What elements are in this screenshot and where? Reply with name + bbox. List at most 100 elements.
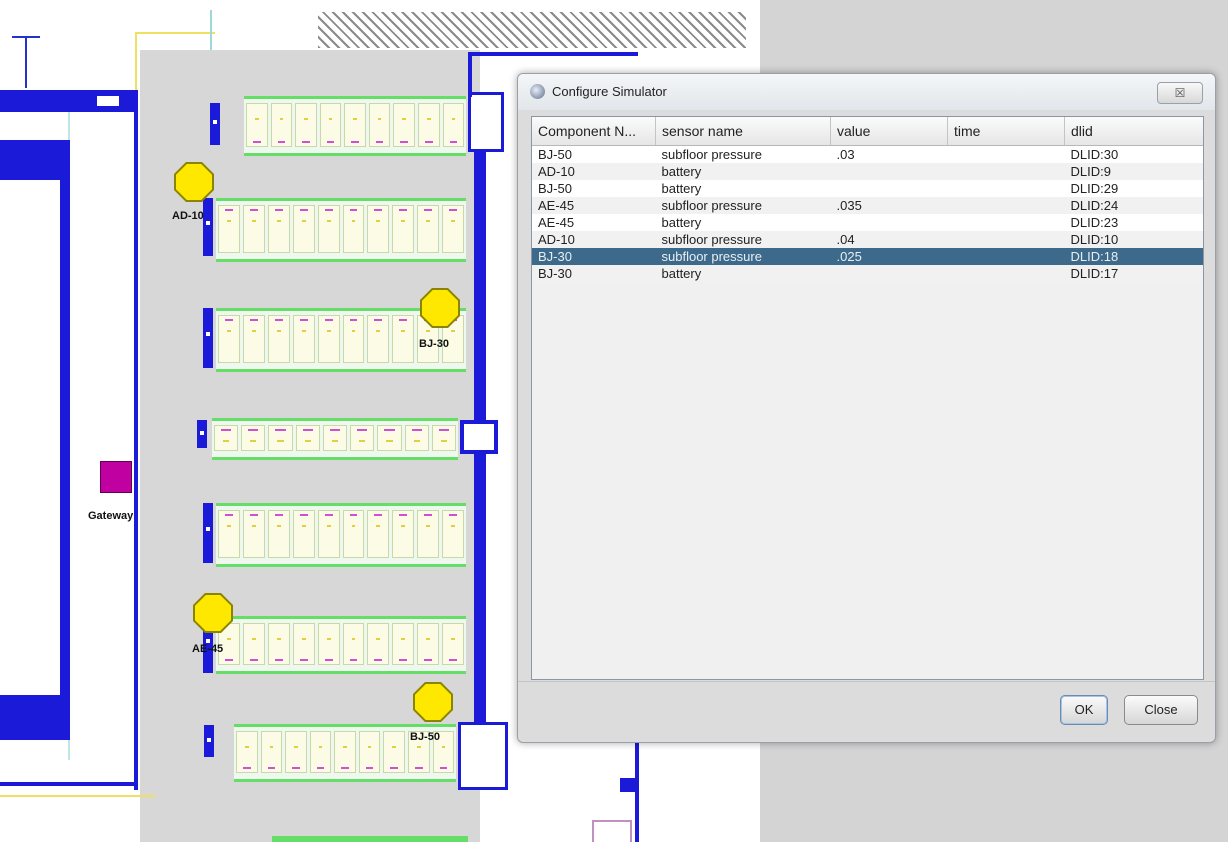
cell-value[interactable]: .025: [830, 248, 948, 265]
cell-time[interactable]: [947, 163, 1065, 180]
table-row[interactable]: BJ-50 subfloor pressure .03 DLID:30: [532, 145, 1203, 163]
cell-component: BJ-50: [532, 180, 656, 197]
cell-component: BJ-30: [532, 265, 656, 282]
rack-endcap: [204, 725, 214, 757]
t-mark-stem: [25, 36, 27, 88]
cell-component: AD-10: [532, 231, 656, 248]
yellow-outline-left: [135, 32, 137, 92]
trunk-outline-top: [468, 52, 638, 56]
cell-value[interactable]: [830, 214, 948, 231]
rack-row-6[interactable]: [216, 616, 466, 674]
button-bar-divider: [518, 681, 1215, 682]
trunk-box-top: [468, 92, 504, 152]
sensor-bj50[interactable]: [413, 682, 453, 722]
table-header-row: Component N... sensor name value time dl…: [532, 117, 1203, 146]
left-wall-notch: [95, 94, 121, 108]
table-row[interactable]: AE-45 battery DLID:23: [532, 214, 1203, 231]
rack-row-8-edge: [272, 836, 468, 842]
trunk-outline-left: [468, 52, 472, 97]
dialog-titlebar[interactable]: Configure Simulator ☒: [518, 74, 1215, 110]
cell-sensor-name: battery: [655, 163, 831, 180]
cell-component: BJ-30: [532, 248, 656, 265]
close-icon[interactable]: ☒: [1157, 82, 1203, 104]
sensor-label-ae45: AE-45: [192, 643, 224, 655]
sensor-bj30[interactable]: [420, 288, 460, 328]
cell-sensor-name: battery: [655, 180, 831, 197]
cell-time[interactable]: [947, 197, 1065, 214]
cell-dlid: DLID:18: [1064, 248, 1203, 265]
sensor-ad10[interactable]: [174, 162, 214, 202]
purple-outline-box: [592, 820, 632, 842]
sensor-ae45[interactable]: [193, 593, 233, 633]
column-header-component[interactable]: Component N...: [532, 117, 656, 146]
cell-component: AE-45: [532, 214, 656, 231]
rack-row-2[interactable]: [216, 198, 466, 262]
inner-wall: [0, 140, 70, 740]
table-row[interactable]: AE-45 subfloor pressure .035 DLID:24: [532, 197, 1203, 214]
column-header-time[interactable]: time: [947, 117, 1065, 146]
yellow-outline-bottom: [0, 795, 155, 797]
table-row[interactable]: BJ-50 battery DLID:29: [532, 180, 1203, 197]
cell-time[interactable]: [947, 214, 1065, 231]
sensor-label-bj30: BJ-30: [419, 338, 449, 350]
rack-row-4[interactable]: [212, 418, 458, 460]
rack-row-5[interactable]: [216, 503, 466, 567]
gateway-label: Gateway: [88, 510, 134, 522]
inner-wall-block-bottom: [0, 695, 70, 740]
cell-time[interactable]: [947, 145, 1065, 163]
close-button[interactable]: Close: [1124, 695, 1198, 725]
cell-value[interactable]: .04: [830, 231, 948, 248]
cell-value[interactable]: [830, 180, 948, 197]
cell-sensor-name: subfloor pressure: [655, 145, 831, 163]
column-header-value[interactable]: value: [830, 117, 948, 146]
cell-time[interactable]: [947, 231, 1065, 248]
cell-value[interactable]: .03: [830, 145, 948, 163]
cell-dlid: DLID:17: [1064, 265, 1203, 282]
cell-component: AE-45: [532, 197, 656, 214]
sensor-table-grid: Component N... sensor name value time dl…: [532, 117, 1203, 282]
ok-button[interactable]: OK: [1060, 695, 1108, 725]
table-row[interactable]: AD-10 subfloor pressure .04 DLID:10: [532, 231, 1203, 248]
left-wall-right: [134, 100, 138, 790]
cell-dlid: DLID:24: [1064, 197, 1203, 214]
rack-endcap: [210, 103, 220, 145]
cell-dlid: DLID:30: [1064, 145, 1203, 163]
cell-dlid: DLID:23: [1064, 214, 1203, 231]
java-app-icon: [530, 84, 545, 99]
trunk-box-mid: [460, 420, 498, 454]
column-header-sensor-name[interactable]: sensor name: [655, 117, 831, 146]
table-row-selected[interactable]: BJ-30 subfloor pressure .025 DLID:18: [532, 248, 1203, 265]
left-wall-bottom: [0, 782, 138, 786]
inner-wall-block-top: [0, 140, 70, 180]
rack-row-1[interactable]: [244, 96, 466, 156]
cell-value[interactable]: [830, 163, 948, 180]
sensor-label-ad10: AD-10: [172, 210, 204, 222]
rack-endcap: [203, 198, 213, 256]
table-row[interactable]: BJ-30 battery DLID:17: [532, 265, 1203, 282]
hatched-area: [318, 12, 746, 48]
sensor-table[interactable]: Component N... sensor name value time dl…: [531, 116, 1204, 680]
cell-dlid: DLID:29: [1064, 180, 1203, 197]
cell-value[interactable]: .035: [830, 197, 948, 214]
cell-component: BJ-50: [532, 145, 656, 163]
dialog-title: Configure Simulator: [552, 84, 667, 99]
gateway-marker[interactable]: [100, 461, 132, 493]
cell-value[interactable]: [830, 265, 948, 282]
column-header-dlid[interactable]: dlid: [1064, 117, 1203, 146]
cell-time[interactable]: [947, 248, 1065, 265]
table-row[interactable]: AD-10 battery DLID:9: [532, 163, 1203, 180]
cyan-outline: [210, 10, 212, 50]
cell-dlid: DLID:10: [1064, 231, 1203, 248]
cell-sensor-name: subfloor pressure: [655, 197, 831, 214]
rack-endcap: [203, 503, 213, 563]
cell-time[interactable]: [947, 265, 1065, 282]
rack-endcap: [197, 420, 207, 448]
trunk-box-bottom: [458, 722, 508, 790]
cell-time[interactable]: [947, 180, 1065, 197]
cell-sensor-name: battery: [655, 265, 831, 282]
configure-simulator-dialog: Configure Simulator ☒ Component N... sen…: [517, 73, 1216, 743]
cell-sensor-name: subfloor pressure: [655, 231, 831, 248]
cell-component: AD-10: [532, 163, 656, 180]
trunk-stub: [620, 778, 638, 792]
cell-sensor-name: battery: [655, 214, 831, 231]
